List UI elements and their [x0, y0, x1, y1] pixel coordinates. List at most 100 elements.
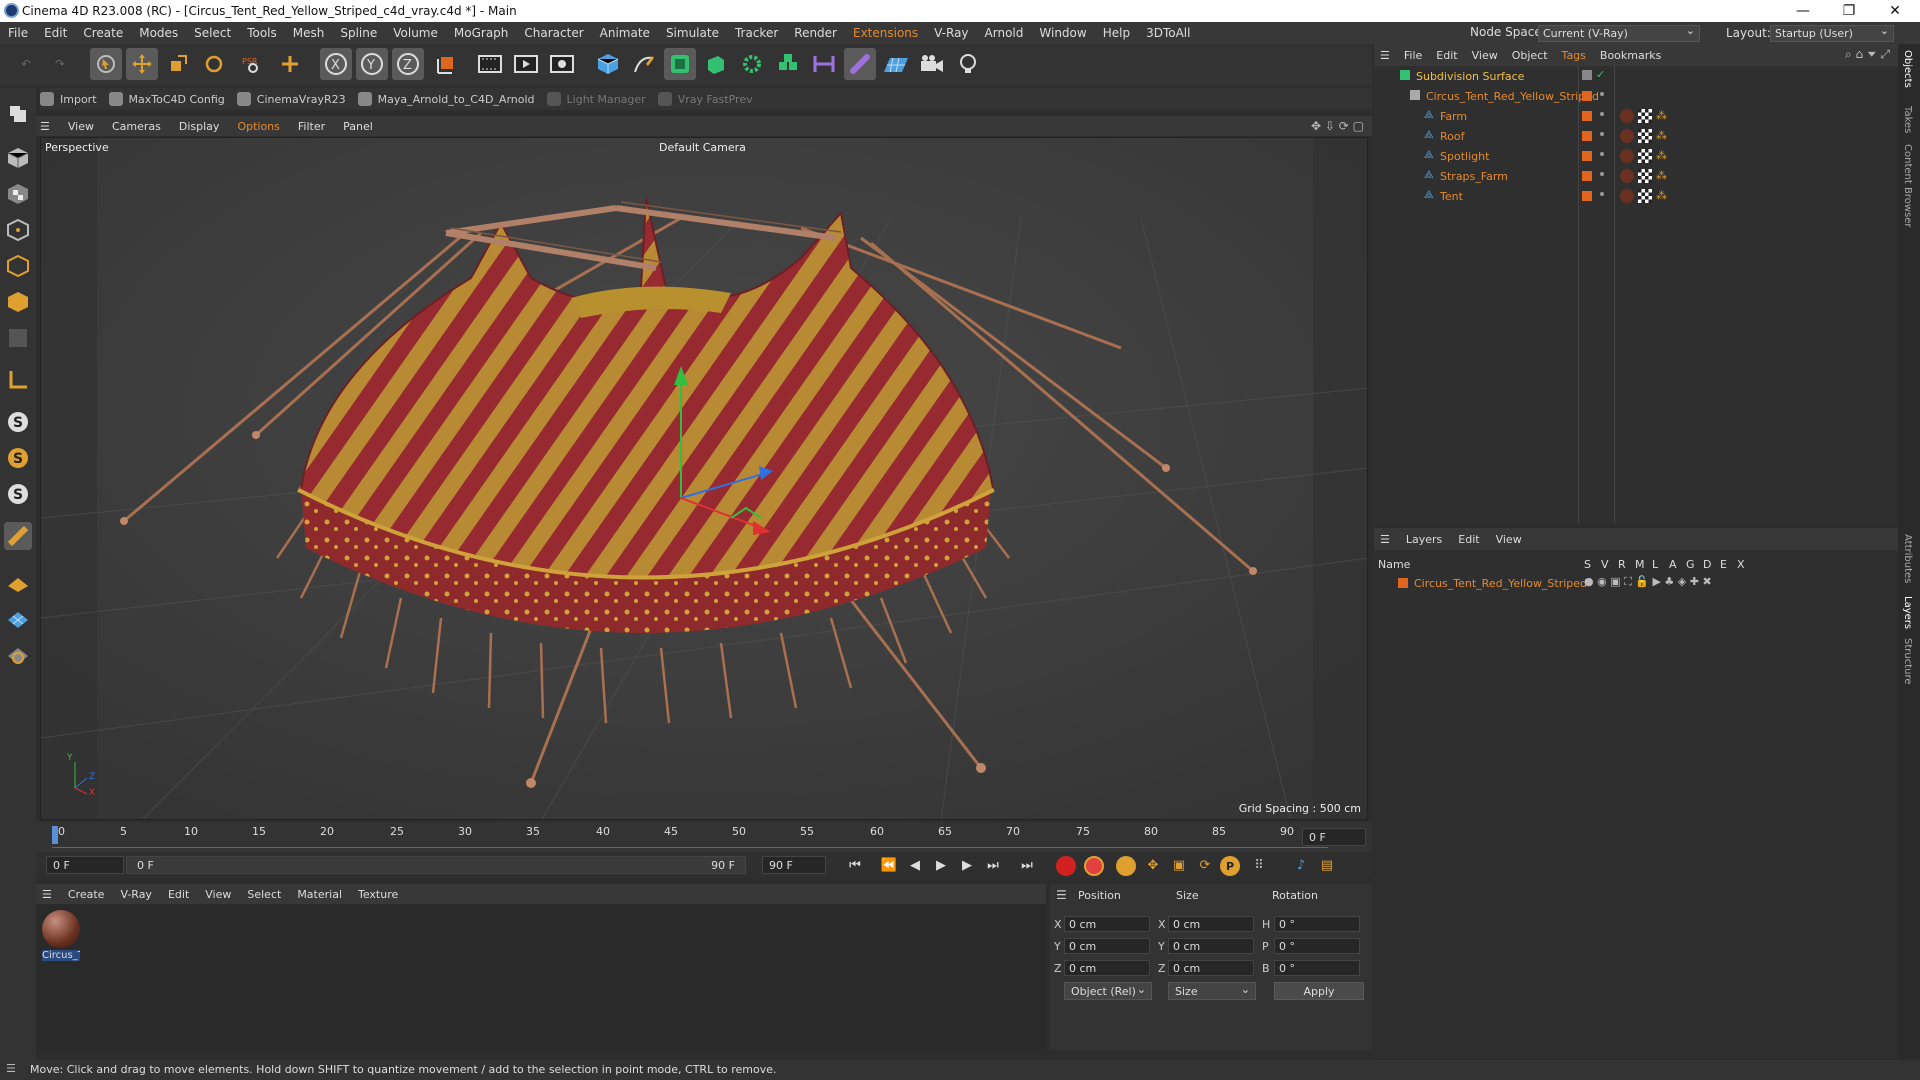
- layer-panel-icon[interactable]: ☰: [1374, 533, 1398, 546]
- object-search-icon[interactable]: ⌕ ⌂ ⏷ ⤢: [1845, 47, 1890, 62]
- size-z-field[interactable]: 0 cm: [1168, 960, 1254, 976]
- menu-arnold[interactable]: Arnold: [977, 26, 1032, 40]
- vray-tag-icon[interactable]: ⁂: [1656, 169, 1667, 182]
- object-row[interactable]: ⟁ Tent ⁂: [1374, 188, 1898, 208]
- menu-vray[interactable]: V-Ray: [926, 26, 976, 40]
- edges-mode-icon[interactable]: [4, 252, 32, 280]
- autokey-icon[interactable]: [1084, 856, 1104, 876]
- field-icon[interactable]: [808, 48, 840, 80]
- side-tab-layers[interactable]: Layers: [1902, 596, 1913, 629]
- object-row[interactable]: ⟁ Straps_Farm ⁂: [1374, 168, 1898, 188]
- uv-mode-icon[interactable]: [4, 324, 32, 352]
- material-menu-select[interactable]: Select: [239, 888, 289, 901]
- material-menu-create[interactable]: Create: [60, 888, 113, 901]
- plugin-cinemavray[interactable]: CinemaVrayR23: [236, 92, 346, 106]
- render-settings-icon[interactable]: [546, 48, 578, 80]
- menu-select[interactable]: Select: [186, 26, 239, 40]
- scheme-icon[interactable]: ♪: [1290, 855, 1312, 875]
- size-x-field[interactable]: 0 cm: [1168, 916, 1254, 932]
- object-menu-tags[interactable]: Tags: [1555, 49, 1593, 62]
- side-tab-content-browser[interactable]: Content Browser: [1902, 144, 1913, 227]
- mograph-cloner-icon[interactable]: [736, 48, 768, 80]
- key-parameter-icon[interactable]: P: [1220, 856, 1240, 876]
- close-button[interactable]: ✕: [1872, 0, 1918, 22]
- timeline-track[interactable]: [52, 826, 1328, 848]
- layer-color-swatch[interactable]: [1582, 70, 1592, 80]
- go-to-start-icon[interactable]: ⏮: [844, 855, 866, 875]
- menu-volume[interactable]: Volume: [385, 26, 446, 40]
- object-panel-icon[interactable]: ☰: [1374, 49, 1397, 62]
- viewport[interactable]: Perspective Default Camera Grid Spacing …: [40, 137, 1368, 820]
- size-mode-select[interactable]: Size: [1168, 982, 1256, 1000]
- viewport-menu-filter[interactable]: Filter: [289, 120, 334, 133]
- object-row[interactable]: ⟁ Roof ⁂: [1374, 128, 1898, 148]
- plugin-maya-arnold[interactable]: Maya_Arnold_to_C4D_Arnold: [357, 92, 535, 106]
- current-frame-field[interactable]: 0 F: [46, 856, 124, 874]
- material-tag-icon[interactable]: [1620, 149, 1634, 163]
- menu-window[interactable]: Window: [1031, 26, 1094, 40]
- soft-selection-icon[interactable]: S: [4, 444, 32, 472]
- y-axis-lock-icon[interactable]: Y: [356, 48, 388, 80]
- next-frame-icon[interactable]: ▶: [956, 855, 978, 875]
- enabled-check-icon[interactable]: ✓: [1596, 68, 1605, 81]
- layer-color-swatch[interactable]: [1582, 91, 1592, 101]
- side-tab-attributes[interactable]: Attributes: [1902, 534, 1913, 583]
- object-menu-file[interactable]: File: [1397, 49, 1429, 62]
- apply-button[interactable]: Apply: [1274, 982, 1364, 1000]
- visibility-dot[interactable]: [1600, 172, 1604, 176]
- plugin-vray-fastprev[interactable]: Vray FastPrev: [657, 92, 753, 106]
- object-menu-view[interactable]: View: [1465, 49, 1505, 62]
- viewport-layout-icon[interactable]: ☰: [36, 120, 59, 133]
- timeline-window-icon[interactable]: ▤: [1316, 855, 1338, 875]
- layer-color-swatch[interactable]: [1582, 171, 1592, 181]
- menu-extensions[interactable]: Extensions: [845, 26, 926, 40]
- menu-simulate[interactable]: Simulate: [658, 26, 727, 40]
- coord-mode-select[interactable]: Object (Rel): [1064, 982, 1152, 1000]
- subdivision-surface-icon[interactable]: [664, 48, 696, 80]
- menu-help[interactable]: Help: [1095, 26, 1138, 40]
- coordinate-system-icon[interactable]: [430, 48, 462, 80]
- timeline-ruler[interactable]: 0 5 10 15 20 25 30 35 40 45 50 55 60 65 …: [36, 822, 1372, 852]
- locked-workplane-icon[interactable]: [4, 640, 32, 668]
- menu-tools[interactable]: Tools: [239, 26, 285, 40]
- light-icon[interactable]: [952, 48, 984, 80]
- vray-tag-icon[interactable]: ⁂: [1656, 129, 1667, 142]
- rotate-tool-icon[interactable]: [198, 48, 230, 80]
- layer-menu-view[interactable]: View: [1488, 533, 1530, 546]
- model-mode-icon[interactable]: [4, 144, 32, 172]
- node-space-select[interactable]: Current (V-Ray): [1538, 24, 1700, 42]
- menu-tracker[interactable]: Tracker: [727, 26, 786, 40]
- vray-tag-icon[interactable]: ⁂: [1656, 109, 1667, 122]
- object-row[interactable]: Circus_Tent_Red_Yellow_Striped: [1374, 88, 1898, 108]
- object-menu-edit[interactable]: Edit: [1429, 49, 1464, 62]
- menu-mograph[interactable]: MoGraph: [446, 26, 517, 40]
- side-tab-objects[interactable]: Objects: [1902, 50, 1913, 88]
- render-region-icon[interactable]: [474, 48, 506, 80]
- select-tool-icon[interactable]: [90, 48, 122, 80]
- go-to-end-icon[interactable]: ⏭: [1016, 855, 1038, 875]
- visibility-dot[interactable]: [1600, 112, 1604, 116]
- object-row[interactable]: ⟁ Farm ⁂: [1374, 108, 1898, 128]
- texture-tag-icon[interactable]: [1638, 109, 1652, 123]
- side-tab-structure[interactable]: Structure: [1902, 638, 1913, 685]
- texture-tag-icon[interactable]: [1638, 129, 1652, 143]
- texture-tag-icon[interactable]: [1638, 189, 1652, 203]
- plugin-import[interactable]: Import: [40, 92, 97, 106]
- size-y-field[interactable]: 0 cm: [1168, 938, 1254, 954]
- material-menu-vray[interactable]: V-Ray: [112, 888, 160, 901]
- scale-tool-icon[interactable]: [162, 48, 194, 80]
- points-mode-icon[interactable]: [4, 216, 32, 244]
- layer-flag-icons[interactable]: ● ◉ ▣ ⛶ 🔓 ▶ ♣ ◈ ✚ ✖: [1584, 575, 1712, 589]
- grid-snap-icon[interactable]: [4, 568, 32, 596]
- polygons-mode-icon[interactable]: [4, 288, 32, 316]
- layer-color-swatch[interactable]: [1398, 578, 1408, 588]
- workplane-icon[interactable]: [4, 522, 32, 550]
- range-slider[interactable]: 0 F 90 F: [126, 856, 746, 874]
- object-menu-object[interactable]: Object: [1505, 49, 1555, 62]
- texture-mode-icon[interactable]: [4, 180, 32, 208]
- deformer-icon[interactable]: [772, 48, 804, 80]
- layer-menu-layers[interactable]: Layers: [1398, 533, 1450, 546]
- layer-color-swatch[interactable]: [1582, 131, 1592, 141]
- material-menu-texture[interactable]: Texture: [350, 888, 406, 901]
- menu-modes[interactable]: Modes: [131, 26, 186, 40]
